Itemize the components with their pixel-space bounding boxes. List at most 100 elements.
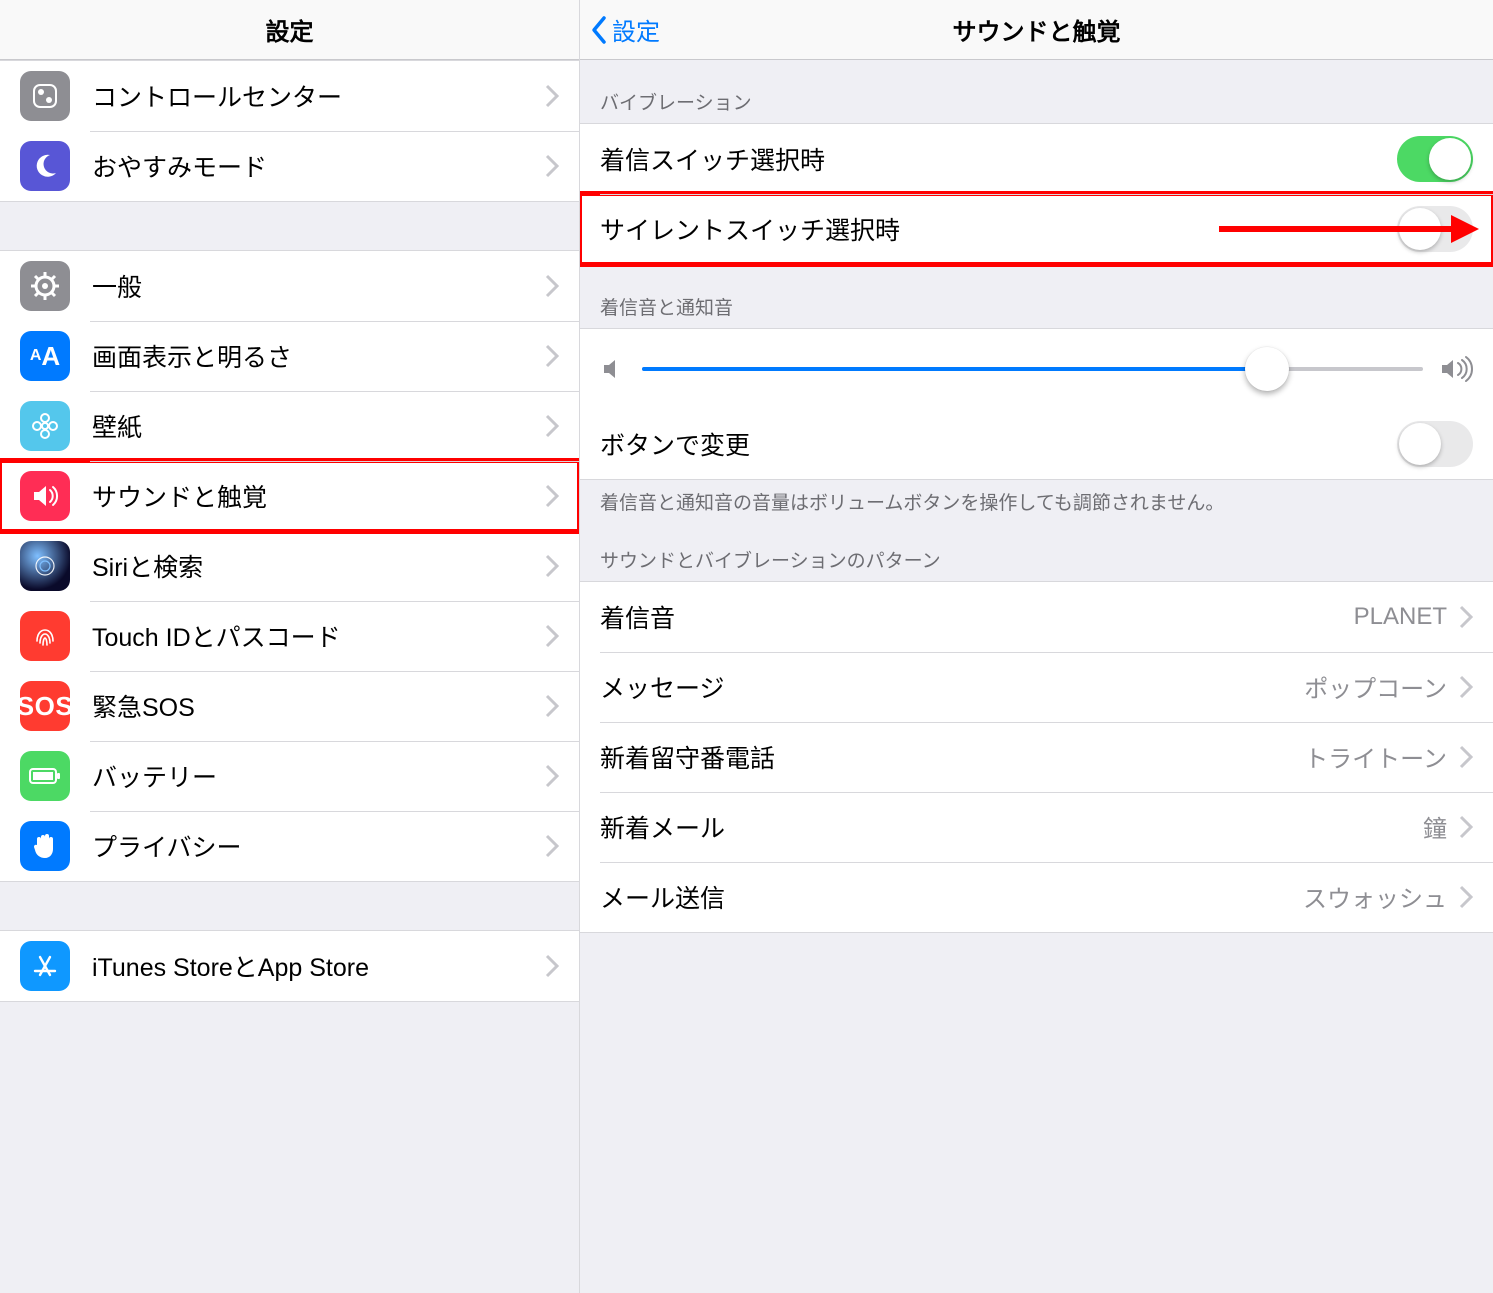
row-label: 着信スイッチ選択時 <box>600 141 1397 177</box>
volume-slider-fill <box>642 367 1267 371</box>
moon-icon <box>20 141 70 191</box>
row-change-with-buttons[interactable]: ボタンで変更 <box>580 409 1493 479</box>
row-label: コントロールセンター <box>92 78 545 114</box>
chevron-right-icon <box>545 624 559 648</box>
row-control-center[interactable]: コントロールセンター <box>0 61 579 131</box>
row-label: バッテリー <box>92 758 545 794</box>
row-label: 新着メール <box>600 809 1423 845</box>
row-value: PLANET <box>1354 603 1447 631</box>
patterns-group: 着信音 PLANET メッセージ ポップコーン 新着留守番電話 トライトーン 新… <box>580 581 1493 933</box>
hand-icon <box>20 821 70 871</box>
chevron-right-icon <box>545 484 559 508</box>
gear-icon <box>20 261 70 311</box>
volume-slider[interactable] <box>642 367 1423 371</box>
row-vibrate-on-ring[interactable]: 着信スイッチ選択時 <box>580 124 1493 194</box>
row-sounds[interactable]: サウンドと触覚 <box>0 461 579 531</box>
settings-group-1: 一般 AA 画面表示と明るさ 壁紙 サウン <box>0 250 579 882</box>
row-label: 画面表示と明るさ <box>92 338 545 374</box>
toggle-change-with-buttons[interactable] <box>1397 421 1473 467</box>
row-label: メッセージ <box>600 669 1304 705</box>
sounds-title: サウンドと触覚 <box>953 12 1121 47</box>
row-sos[interactable]: SOS 緊急SOS <box>0 671 579 741</box>
row-new-voicemail[interactable]: 新着留守番電話 トライトーン <box>580 722 1493 792</box>
section-gap <box>0 202 579 250</box>
row-label: Siriと検索 <box>92 548 545 584</box>
row-itunes-appstore[interactable]: iTunes StoreとApp Store <box>0 931 579 1001</box>
row-value: スウォッシュ <box>1303 879 1447 914</box>
chevron-right-icon <box>545 954 559 978</box>
settings-header: 設定 <box>0 0 579 60</box>
chevron-right-icon <box>545 154 559 178</box>
section-header-patterns: サウンドとバイブレーションのパターン <box>580 518 1493 581</box>
sounds-pane: 設定 サウンドと触覚 バイブレーション 着信スイッチ選択時 サイレントスイッチ選… <box>580 0 1493 1293</box>
row-label: 壁紙 <box>92 408 545 444</box>
settings-pane: 設定 コントロールセンター おやすみモード <box>0 0 580 1293</box>
volume-low-icon <box>600 356 626 382</box>
back-label: 設定 <box>612 12 660 47</box>
chevron-right-icon <box>545 694 559 718</box>
section-gap <box>0 882 579 930</box>
row-new-mail[interactable]: 新着メール 鐘 <box>580 792 1493 862</box>
row-sent-mail[interactable]: メール送信 スウォッシュ <box>580 862 1493 932</box>
row-vibrate-on-silent[interactable]: サイレントスイッチ選択時 <box>580 194 1493 264</box>
sounds-list[interactable]: バイブレーション 着信スイッチ選択時 サイレントスイッチ選択時 着信音と通知音 <box>580 60 1493 1293</box>
fingerprint-icon <box>20 611 70 661</box>
row-siri[interactable]: Siriと検索 <box>0 531 579 601</box>
toggle-vibrate-on-ring[interactable] <box>1397 136 1473 182</box>
row-ringtone[interactable]: 着信音 PLANET <box>580 582 1493 652</box>
chevron-right-icon <box>1459 885 1473 909</box>
row-dnd[interactable]: おやすみモード <box>0 131 579 201</box>
text-size-icon: AA <box>20 331 70 381</box>
chevron-right-icon <box>1459 745 1473 769</box>
volume-slider-row <box>580 329 1493 409</box>
battery-icon <box>20 751 70 801</box>
settings-title: 設定 <box>266 12 314 47</box>
row-label: サイレントスイッチ選択時 <box>600 211 1397 247</box>
row-display[interactable]: AA 画面表示と明るさ <box>0 321 579 391</box>
row-battery[interactable]: バッテリー <box>0 741 579 811</box>
sos-icon: SOS <box>20 681 70 731</box>
section-header-ringer: 着信音と通知音 <box>580 265 1493 328</box>
chevron-right-icon <box>545 84 559 108</box>
row-label: 着信音 <box>600 599 1354 635</box>
settings-group-2: iTunes StoreとApp Store <box>0 930 579 1002</box>
row-wallpaper[interactable]: 壁紙 <box>0 391 579 461</box>
row-label: メール送信 <box>600 879 1303 915</box>
row-label: iTunes StoreとApp Store <box>92 948 545 984</box>
row-privacy[interactable]: プライバシー <box>0 811 579 881</box>
row-label: Touch IDとパスコード <box>92 618 545 654</box>
toggle-vibrate-on-silent[interactable] <box>1397 206 1473 252</box>
chevron-left-icon <box>590 15 608 45</box>
chevron-right-icon <box>545 274 559 298</box>
back-button[interactable]: 設定 <box>590 0 660 59</box>
row-label: おやすみモード <box>92 148 545 184</box>
chevron-right-icon <box>1459 675 1473 699</box>
settings-list[interactable]: コントロールセンター おやすみモード 一般 <box>0 60 579 1293</box>
row-value: 鐘 <box>1423 809 1447 844</box>
volume-high-icon <box>1439 355 1473 383</box>
chevron-right-icon <box>545 414 559 438</box>
row-label: サウンドと触覚 <box>92 478 545 514</box>
chevron-right-icon <box>545 764 559 788</box>
chevron-right-icon <box>545 344 559 368</box>
ringer-group: ボタンで変更 <box>580 328 1493 480</box>
row-label: 一般 <box>92 268 545 304</box>
sounds-header: 設定 サウンドと触覚 <box>580 0 1493 60</box>
section-footer-ringer: 着信音と通知音の音量はボリュームボタンを操作しても調節されません。 <box>580 480 1493 518</box>
row-label: 新着留守番電話 <box>600 739 1304 775</box>
row-label: プライバシー <box>92 828 545 864</box>
row-text-tone[interactable]: メッセージ ポップコーン <box>580 652 1493 722</box>
row-value: ポップコーン <box>1304 669 1447 704</box>
row-general[interactable]: 一般 <box>0 251 579 321</box>
row-label: 緊急SOS <box>92 688 545 724</box>
chevron-right-icon <box>545 834 559 858</box>
row-label: ボタンで変更 <box>600 426 1397 462</box>
row-touchid[interactable]: Touch IDとパスコード <box>0 601 579 671</box>
chevron-right-icon <box>1459 815 1473 839</box>
settings-group-0: コントロールセンター おやすみモード <box>0 60 579 202</box>
flower-icon <box>20 401 70 451</box>
appstore-icon <box>20 941 70 991</box>
volume-slider-thumb[interactable] <box>1245 347 1289 391</box>
chevron-right-icon <box>545 554 559 578</box>
control-center-icon <box>20 71 70 121</box>
